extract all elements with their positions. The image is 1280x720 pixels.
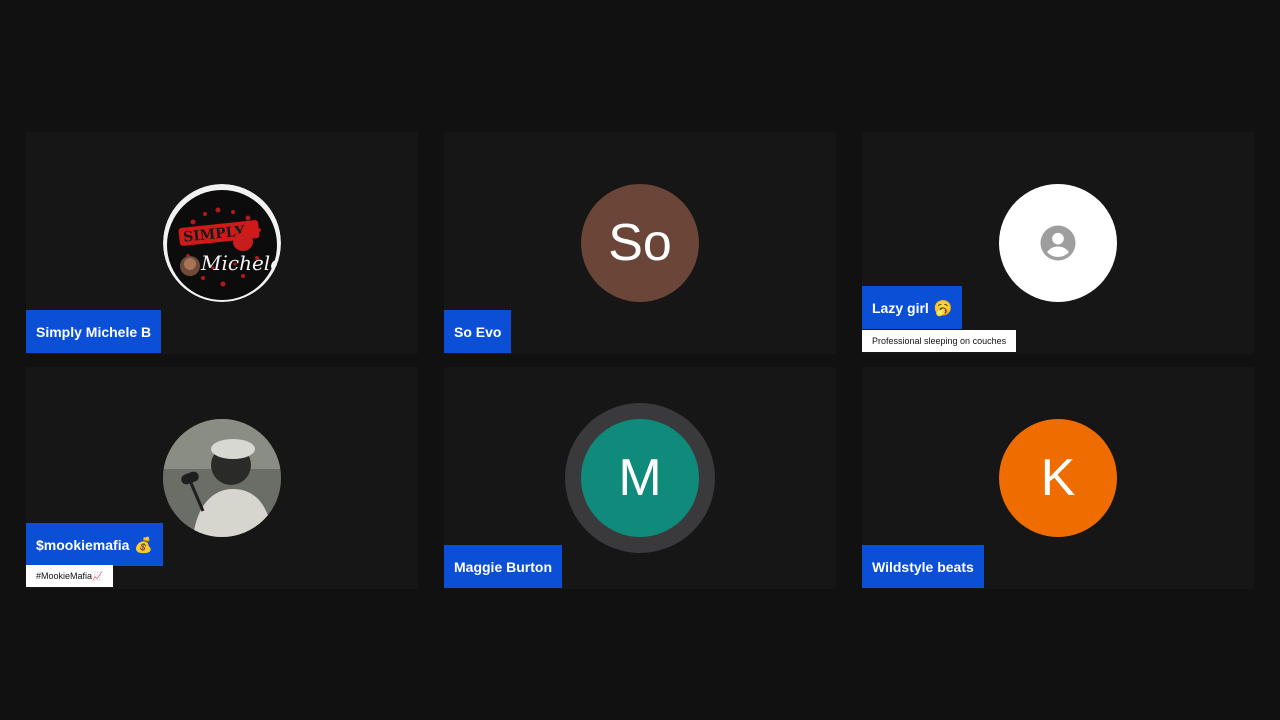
account-circle-icon — [1040, 225, 1076, 261]
participant-name: Simply Michele B — [36, 323, 152, 340]
participant-avatar — [999, 184, 1117, 302]
participant-name-tag: Simply Michele B — [26, 310, 162, 353]
participant-avatar — [163, 419, 281, 537]
participant-status-tag: #MookieMafia📈 — [26, 565, 114, 587]
participant-name-tag: Lazy girl 🥱 — [862, 286, 963, 329]
participant-name: Lazy girl — [872, 299, 929, 316]
participant-name-tag: $mookiemafia 💰 — [26, 523, 164, 566]
participant-tile-simply-michele-b[interactable]: SIMPLY Michele Simply Michele B — [26, 132, 418, 354]
participant-name: $mookiemafia — [36, 536, 130, 553]
money-bag-emoji: 💰 — [134, 536, 154, 554]
participant-tile-so-evo[interactable]: So So Evo — [444, 132, 836, 354]
participant-name-tag: Maggie Burton — [444, 545, 562, 588]
participant-name: So Evo — [454, 323, 502, 340]
avatar-initials: M — [618, 449, 662, 507]
participant-name-tag: Wildstyle beats — [862, 545, 984, 588]
meeting-grid: SIMPLY Michele Simply Michele B So So Ev… — [0, 0, 1280, 720]
participant-tile-lazy-girl[interactable]: Lazy girl 🥱 Professional sleeping on cou… — [862, 132, 1254, 354]
participant-name: Wildstyle beats — [872, 558, 974, 575]
avatar-initials: So — [608, 214, 672, 272]
participant-tile-wildstyle-beats[interactable]: K Wildstyle beats — [862, 367, 1254, 589]
user-photo-grayscale — [163, 419, 281, 537]
participant-status: Professional sleeping on couches — [872, 336, 1007, 346]
participant-name: Maggie Burton — [454, 558, 552, 575]
participant-avatar: K — [999, 419, 1117, 537]
participant-status: #MookieMafia📈 — [36, 570, 104, 581]
participant-status-tag: Professional sleeping on couches — [862, 330, 1017, 352]
participant-avatar: SIMPLY Michele — [163, 184, 281, 302]
yawning-face-emoji: 🥱 — [933, 299, 953, 317]
participant-tile-maggie-burton[interactable]: M Maggie Burton — [444, 367, 836, 589]
simply-michele-logo-image: SIMPLY Michele — [163, 184, 281, 302]
svg-text:Michele: Michele — [200, 251, 281, 275]
participant-avatar: M — [581, 419, 699, 537]
participant-avatar: So — [581, 184, 699, 302]
participant-tile-mookiemafia[interactable]: $mookiemafia 💰 #MookieMafia📈 — [26, 367, 418, 589]
avatar-initials: K — [1040, 449, 1076, 507]
participant-name-tag: So Evo — [444, 310, 512, 353]
